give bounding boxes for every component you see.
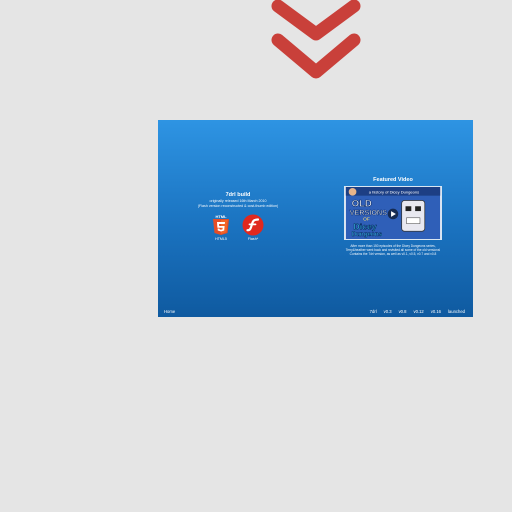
featured-video: Featured Video a history of Dicey Dungeo…: [342, 176, 444, 256]
play-flash-button[interactable]: Flash*: [242, 214, 264, 241]
build-note: (Flash version reconstructed & cost-thum…: [197, 203, 279, 208]
version-link-launched[interactable]: launched: [448, 309, 465, 314]
svg-text:HTML: HTML: [215, 214, 227, 219]
build-title: 7drl build: [225, 192, 251, 198]
html5-icon: HTML: [213, 214, 229, 236]
svg-text:a history of Dicey Dungeons: a history of Dicey Dungeons: [369, 190, 419, 195]
platform-list: HTML HTML5 Flash*: [186, 214, 290, 241]
dice-character-icon: [401, 200, 426, 232]
version-link-v0-12[interactable]: v0.12: [414, 309, 424, 314]
html5-label: HTML5: [215, 237, 227, 242]
svg-text:Dicey: Dicey: [354, 221, 377, 231]
version-link-v0-3[interactable]: v0.3: [384, 309, 392, 314]
play-html5-button[interactable]: HTML HTML5: [212, 214, 230, 241]
version-link-v0-8[interactable]: v0.8: [399, 309, 407, 314]
home-link[interactable]: Home: [164, 309, 175, 314]
version-links: 7drl v0.3 v0.8 v0.12 v0.16 launched: [370, 309, 465, 314]
svg-text:VERSIONS: VERSIONS: [350, 208, 387, 217]
video-description: After more than 150 episodes of the Dice…: [345, 244, 441, 256]
version-nav: Home 7drl v0.3 v0.8 v0.12 v0.16 launched: [158, 308, 473, 317]
avatar-icon: [348, 187, 357, 196]
featured-video-title: Featured Video: [373, 177, 413, 183]
video-thumbnail[interactable]: a history of Dicey Dungeons OLD VERSIONS…: [344, 186, 442, 240]
build-info: 7drl build originally released 16th Marc…: [186, 192, 290, 241]
flash-label: Flash*: [247, 237, 259, 242]
double-chevron-down-icon[interactable]: [266, 0, 366, 84]
flash-icon: [242, 214, 264, 236]
game-panel: 7drl build originally released 16th Marc…: [158, 120, 473, 317]
version-link-7drl[interactable]: 7drl: [370, 309, 377, 314]
version-link-v0-16[interactable]: v0.16: [431, 309, 441, 314]
svg-text:Dungeons: Dungeons: [352, 231, 383, 238]
